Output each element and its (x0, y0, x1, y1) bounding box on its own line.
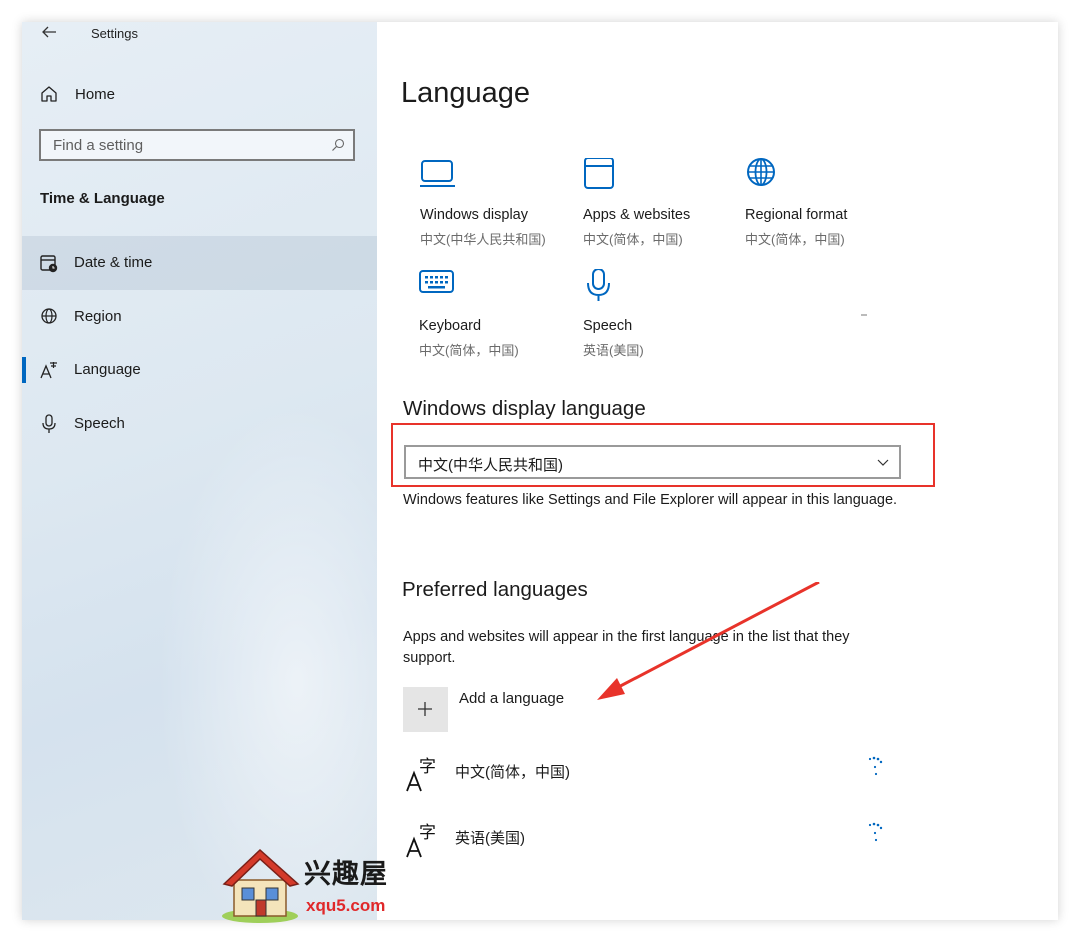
tile-title: Apps & websites (583, 207, 691, 223)
watermark-logo: 兴趣屋 xqu5.com (220, 846, 410, 926)
tile-subtitle: 中文(简体，中国) (583, 232, 683, 247)
tile-subtitle: 中文(简体，中国) (419, 343, 519, 358)
tile-subtitle: 英语(美国) (583, 343, 644, 358)
svg-text:字: 字 (419, 757, 436, 777)
sidebar-item-label: Speech (74, 415, 125, 432)
tile-regional-format[interactable]: Regional format 中文(简体，中国) (745, 158, 905, 258)
preferred-languages-heading: Preferred languages (402, 578, 588, 601)
tile-title: Speech (583, 318, 633, 334)
sidebar-item-language[interactable]: Language (22, 343, 377, 397)
divider-mark (861, 314, 867, 316)
home-nav-item[interactable]: Home (36, 82, 336, 108)
language-label: 中文(简体，中国) (455, 764, 570, 781)
sidebar-item-region[interactable]: Region (22, 290, 377, 344)
house-logo-icon (222, 848, 300, 923)
svg-text:字: 字 (419, 823, 436, 843)
app-title: Settings (91, 26, 138, 41)
section-title: Time & Language (40, 190, 165, 207)
microphone-icon (587, 269, 610, 301)
sidebar-item-label: Region (74, 308, 122, 325)
watermark-name: 兴趣屋 (304, 859, 388, 889)
tile-subtitle: 中文(中华人民共和国) (420, 232, 546, 247)
sidebar: Settings Home Find a setting Time & Lang… (22, 22, 437, 920)
search-icon (332, 138, 345, 151)
tile-apps-websites[interactable]: Apps & websites 中文(简体，中国) (583, 158, 743, 258)
add-language-button[interactable] (403, 687, 448, 732)
tile-keyboard[interactable]: Keyboard 中文(简体，中国) (419, 269, 579, 369)
sidebar-item-date-time[interactable]: Date & time (22, 236, 377, 290)
search-input[interactable]: Find a setting (39, 129, 355, 161)
calendar-clock-icon (40, 255, 58, 273)
tile-speech[interactable]: Speech 英语(美国) (583, 269, 743, 369)
chevron-down-icon (877, 459, 889, 466)
tile-windows-display[interactable]: Windows display 中文(中华人民共和国) (420, 158, 580, 258)
title-bar: Settings (22, 22, 377, 46)
globe-icon (747, 158, 775, 186)
window-icon (584, 158, 614, 189)
language-label: 英语(美国) (455, 830, 525, 847)
loading-spinner-icon (868, 756, 883, 776)
loading-spinner-icon (868, 822, 883, 842)
watermark-site: xqu5.com (306, 896, 386, 915)
page-title: Language (401, 77, 531, 109)
tile-title: Windows display (420, 207, 528, 223)
microphone-icon (42, 414, 56, 433)
back-arrow-icon (42, 26, 56, 38)
language-item[interactable]: 字 中文(简体，中国) (403, 755, 903, 805)
tile-title: Keyboard (419, 318, 482, 334)
home-icon (41, 86, 57, 102)
dropdown-value: 中文(中华人民共和国) (418, 457, 563, 474)
keyboard-icon (419, 270, 454, 293)
sidebar-item-label: Language (74, 361, 141, 378)
annotation-arrow (597, 582, 820, 700)
language-item[interactable]: 字 英语(美国) (403, 821, 903, 871)
language-icon (40, 362, 57, 379)
monitor-icon (420, 160, 455, 187)
search-placeholder: Find a setting (53, 137, 144, 154)
tile-title: Regional format (745, 207, 848, 223)
selection-indicator (22, 357, 26, 383)
main-content: Language Windows display 中文(中华人民共和国) App… (377, 22, 1058, 920)
globe-icon (41, 308, 57, 324)
tile-subtitle: 中文(简体，中国) (745, 232, 845, 247)
display-language-dropdown[interactable]: 中文(中华人民共和国) (404, 445, 901, 479)
display-language-heading: Windows display language (403, 397, 646, 420)
settings-window: Settings Home Find a setting Time & Lang… (22, 22, 1058, 920)
sidebar-item-label: Date & time (74, 254, 153, 271)
plus-icon (418, 702, 432, 716)
display-language-description: Windows features like Settings and File … (403, 492, 898, 508)
add-language-label[interactable]: Add a language (459, 690, 564, 707)
back-button[interactable] (38, 22, 62, 44)
home-label: Home (75, 86, 116, 103)
language-icon: 字 (406, 757, 436, 792)
sidebar-item-speech[interactable]: Speech (22, 397, 377, 451)
